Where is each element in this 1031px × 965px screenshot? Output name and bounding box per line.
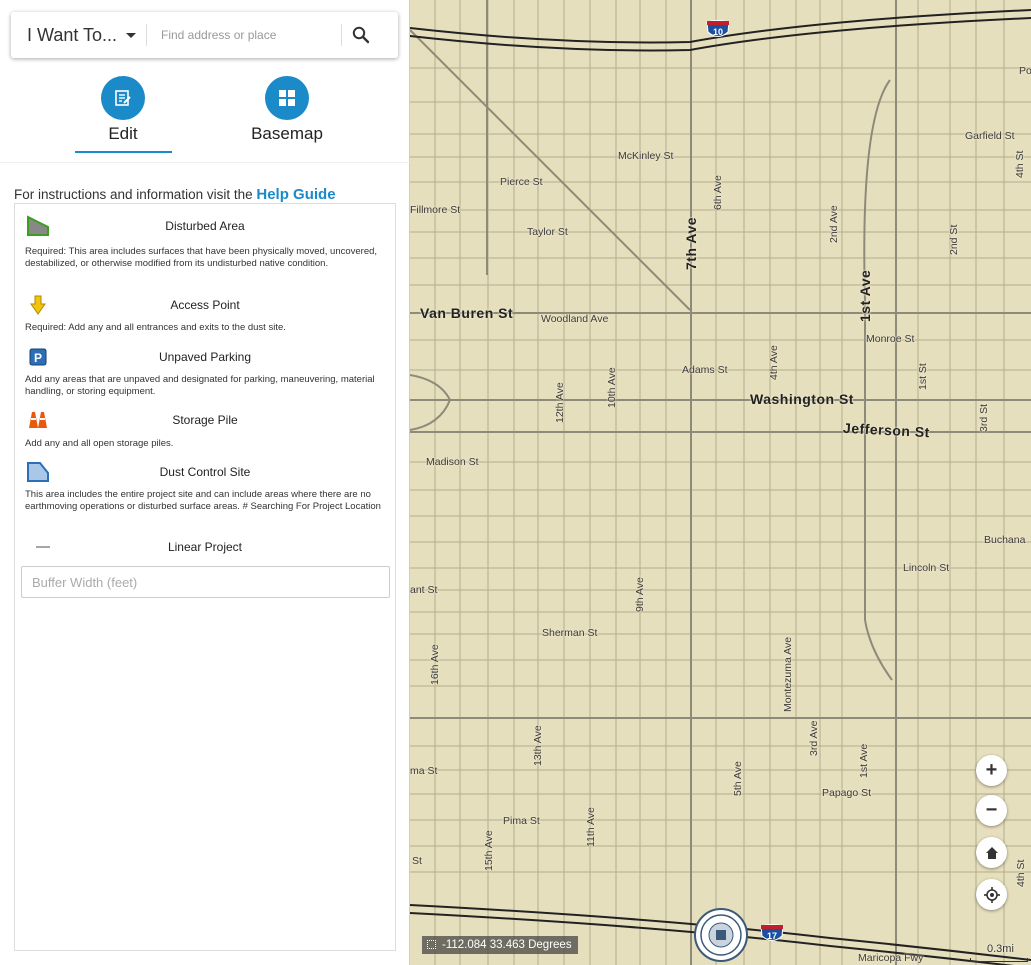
legend-item-title: Dust Control Site	[159, 465, 251, 479]
search-icon	[352, 26, 370, 44]
search-button[interactable]	[342, 12, 380, 58]
legend-item-desc: This area includes the entire project si…	[25, 489, 381, 512]
i-want-to-menu[interactable]: I Want To...	[11, 12, 146, 58]
interstate-10-shield: 10	[706, 20, 730, 37]
active-tab-indicator	[75, 151, 172, 153]
legend-item-storage-pile[interactable]: Storage Pile	[15, 408, 395, 432]
edit-legend: Disturbed Area Required: This area inclu…	[14, 203, 396, 951]
street-label: 13th Ave	[532, 725, 544, 766]
street-label: 2nd Ave	[828, 205, 840, 243]
help-text: For instructions and information visit t…	[14, 186, 336, 203]
edit-label: Edit	[108, 124, 138, 143]
search-bar: I Want To...	[11, 12, 398, 58]
street-label: 1st St	[917, 363, 929, 390]
shield-number: 17	[767, 931, 777, 941]
street-label: Garfield St	[965, 130, 1015, 142]
basemap-tool-button[interactable]: Basemap	[237, 76, 337, 144]
help-prefix: For instructions and information visit t…	[14, 187, 253, 202]
street-label: Lincoln St	[903, 562, 950, 574]
grid-icon	[265, 76, 309, 120]
legend-item-desc: Add any areas that are unpaved and desig…	[25, 374, 375, 397]
county-seal-logo	[694, 908, 748, 962]
legend-item-title: Unpaved Parking	[158, 350, 252, 364]
street-label: St	[412, 855, 422, 867]
crosshair-icon	[427, 940, 436, 949]
legend-item-unpaved-parking[interactable]: P Unpaved Parking	[15, 345, 395, 369]
search-input[interactable]	[147, 20, 337, 50]
buffer-width-input[interactable]	[21, 566, 390, 598]
street-label: 3rd Ave	[808, 720, 820, 756]
street-label: 9th Ave	[634, 577, 646, 612]
locate-icon	[983, 886, 1000, 903]
side-panel: I Want To... Edit Basemap For inst	[0, 0, 410, 965]
street-label: McKinley St	[618, 150, 674, 162]
map-view[interactable]: Van Buren St Washington St Jefferson St …	[410, 0, 1031, 965]
street-label: Maricopa Fwy	[858, 952, 924, 964]
street-label: 6th Ave	[712, 175, 724, 210]
caret-down-icon	[126, 33, 136, 38]
legend-item-access-point[interactable]: Access Point	[15, 293, 395, 317]
legend-item-title: Disturbed Area	[165, 219, 245, 233]
street-label: 12th Ave	[554, 382, 566, 423]
street-label: Buchana	[984, 534, 1026, 546]
street-label: Sherman St	[542, 627, 598, 639]
street-label: 5th Ave	[732, 761, 744, 796]
plus-icon: +	[985, 759, 998, 781]
i-want-to-label: I Want To...	[27, 25, 118, 45]
zoom-out-button[interactable]: −	[976, 795, 1007, 826]
legend-item-dust-control-site[interactable]: Dust Control Site	[15, 460, 395, 484]
street-label: Pierce St	[500, 176, 543, 188]
zoom-in-button[interactable]: +	[976, 755, 1007, 786]
street-label: 15th Ave	[483, 830, 495, 871]
street-label: 4th St	[1015, 859, 1027, 887]
home-icon	[985, 846, 998, 859]
home-button[interactable]	[976, 837, 1007, 868]
street-label: 3rd St	[978, 403, 990, 432]
street-label: ma St	[410, 765, 438, 777]
street-label: 1st Ave	[858, 743, 870, 778]
legend-item-desc: Required: Add any and all entrances and …	[25, 322, 286, 333]
basemap-label: Basemap	[251, 124, 323, 143]
street-label: 1st Ave	[857, 269, 873, 322]
street-label: Taylor St	[527, 226, 568, 238]
legend-item-linear-project[interactable]: Linear Project	[15, 535, 395, 559]
street-label: 4th St	[1014, 150, 1026, 178]
scale-label: 0.3mi	[987, 943, 1014, 955]
street-label: Papago St	[822, 787, 872, 799]
divider	[0, 162, 410, 163]
minus-icon: −	[985, 799, 998, 821]
street-label: 7th Ave	[683, 216, 699, 270]
street-label: Monroe St	[866, 333, 915, 345]
scale-bar	[970, 958, 1028, 962]
street-label: Montezuma Ave	[782, 636, 794, 712]
street-label: ant St	[410, 584, 438, 596]
street-label: Fillmore St	[410, 204, 461, 216]
street-label: Madison St	[426, 456, 479, 468]
street-label: Adams St	[682, 364, 728, 376]
legend-item-desc: Required: This area includes surfaces th…	[25, 246, 378, 269]
interstate-17-shield: 17	[760, 924, 784, 941]
edit-tool-button[interactable]: Edit	[73, 76, 173, 144]
street-label: 16th Ave	[429, 644, 441, 685]
coordinate-text: -112.084 33.463 Degrees	[442, 939, 572, 951]
coordinate-display: -112.084 33.463 Degrees	[422, 936, 578, 954]
street-label: Van Buren St	[420, 305, 514, 321]
legend-item-title: Storage Pile	[172, 413, 238, 427]
street-label: 2nd St	[948, 224, 960, 255]
street-label: Po	[1019, 65, 1031, 77]
shield-number: 10	[713, 27, 723, 37]
street-label: 10th Ave	[606, 367, 618, 408]
help-guide-link[interactable]: Help Guide	[256, 186, 335, 203]
locate-button[interactable]	[976, 879, 1007, 910]
street-label: 11th Ave	[585, 807, 597, 847]
street-label: Woodland Ave	[541, 313, 609, 325]
street-label: Pima St	[503, 815, 540, 827]
edit-icon	[101, 76, 145, 120]
street-label: Washington St	[750, 391, 854, 407]
legend-item-title: Linear Project	[167, 540, 243, 554]
street-label: 4th Ave	[768, 345, 780, 380]
legend-item-title: Access Point	[170, 298, 240, 312]
legend-item-disturbed-area[interactable]: Disturbed Area	[15, 214, 395, 238]
legend-item-desc: Add any and all open storage piles.	[25, 438, 174, 449]
